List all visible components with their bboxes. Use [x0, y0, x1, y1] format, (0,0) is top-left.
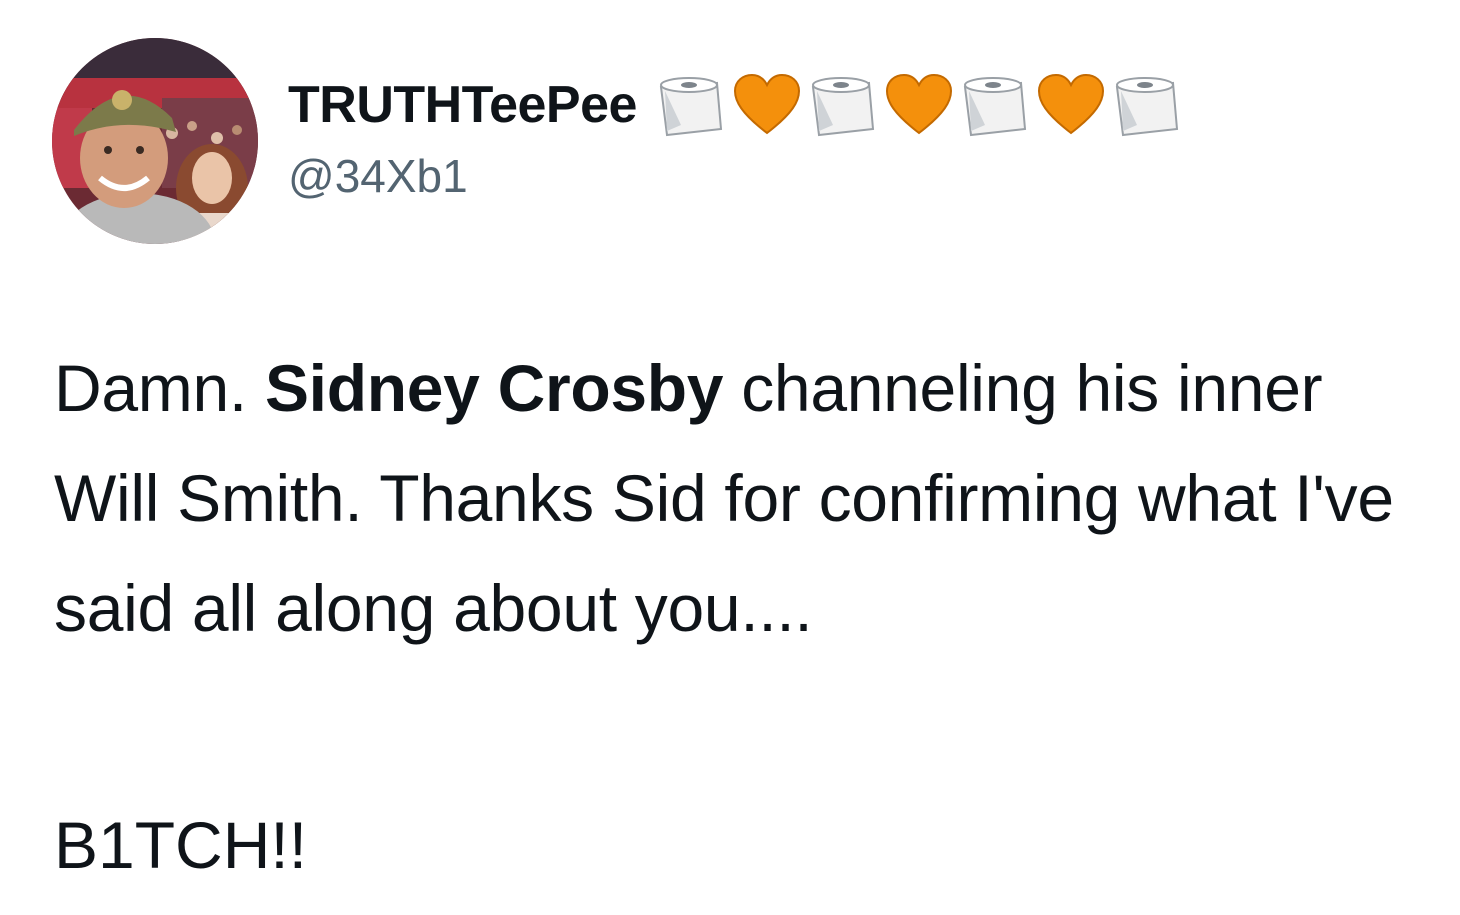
toilet-paper-icon — [963, 77, 1027, 137]
orange-heart-icon — [733, 73, 800, 135]
tweet-text-bold-name: Sidney Crosby — [264, 351, 724, 425]
author-handle[interactable]: @34Xb1 — [288, 146, 1183, 206]
tweet: TRUTHTeePee @34Xb1 Damn. Sidney Crosby c… — [0, 0, 1460, 915]
tweet-text: Damn. Sidney Crosby channeling his inner… — [54, 333, 1434, 663]
name-emoji-row — [655, 69, 1183, 141]
tweet-text-start: Damn. — [54, 351, 265, 425]
orange-heart-icon — [1037, 73, 1104, 135]
avatar-photo — [52, 38, 258, 244]
toilet-paper-icon — [811, 77, 875, 137]
tweet-closing-line: B1TCH!! — [54, 808, 308, 882]
orange-heart-icon — [885, 73, 952, 135]
avatar[interactable] — [52, 38, 258, 244]
toilet-paper-icon — [1115, 77, 1179, 137]
author-identity: TRUTHTeePee @34Xb1 — [288, 68, 1183, 206]
toilet-paper-icon — [659, 77, 723, 137]
display-name[interactable]: TRUTHTeePee — [288, 68, 637, 142]
name-row: TRUTHTeePee — [288, 68, 1183, 142]
tweet-header: TRUTHTeePee @34Xb1 — [52, 38, 1452, 244]
